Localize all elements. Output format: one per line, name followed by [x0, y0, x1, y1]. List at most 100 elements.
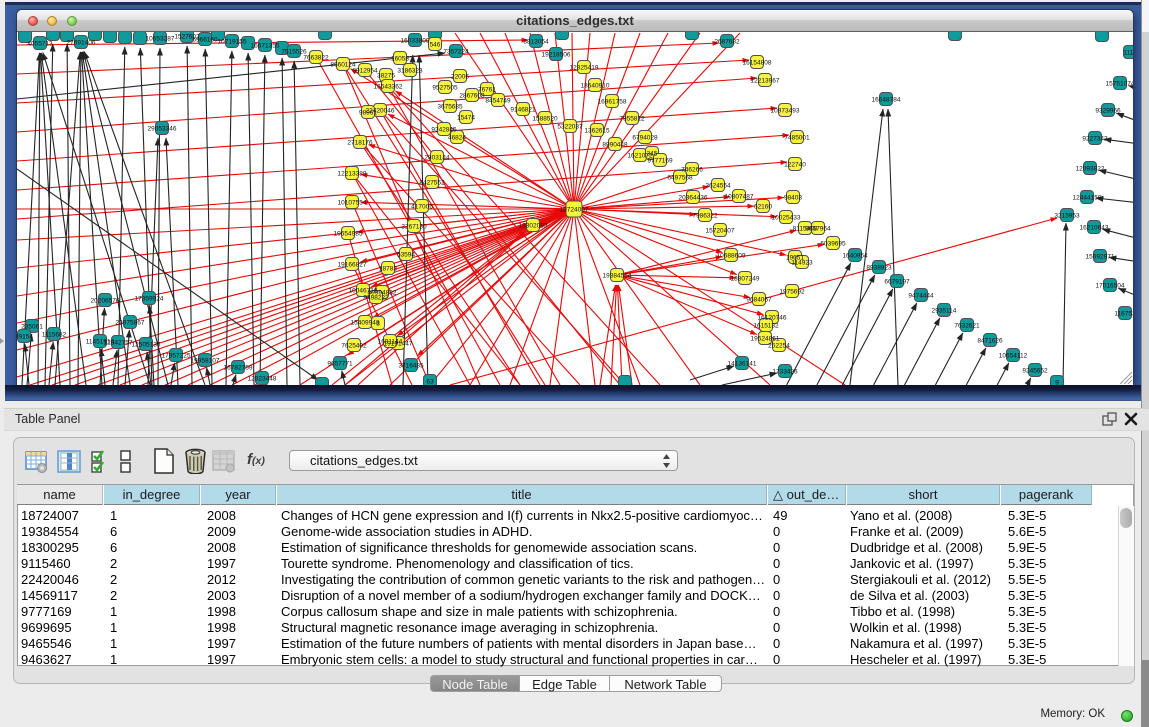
- svg-text:16154808: 16154808: [743, 59, 772, 66]
- svg-text:14136141: 14136141: [728, 360, 757, 367]
- svg-text:19958107: 19958107: [191, 357, 220, 364]
- svg-text:3716485: 3716485: [398, 362, 424, 369]
- svg-text:19524861: 19524861: [751, 335, 780, 342]
- svg-text:23975867: 23975867: [116, 319, 145, 326]
- svg-text:116753: 116753: [1114, 310, 1136, 317]
- svg-text:16648784: 16648784: [872, 96, 901, 103]
- svg-text:9777169: 9777169: [647, 157, 673, 164]
- svg-text:18640910: 18640910: [581, 82, 610, 89]
- svg-text:3267130: 3267130: [401, 223, 427, 230]
- svg-text:2803144: 2803144: [424, 154, 450, 161]
- svg-text:98961: 98961: [359, 109, 377, 116]
- svg-text:19166827: 19166827: [338, 261, 367, 268]
- svg-text:18807249: 18807249: [731, 275, 760, 282]
- svg-text:12093822: 12093822: [1076, 165, 1105, 172]
- svg-text:7485001: 7485001: [784, 134, 810, 141]
- svg-text:3215953: 3215953: [1054, 212, 1080, 219]
- svg-text:10807487: 10807487: [725, 193, 754, 200]
- svg-text:38275: 38275: [377, 72, 395, 79]
- svg-text:9657964: 9657964: [805, 225, 831, 232]
- svg-text:122740: 122740: [784, 161, 806, 168]
- svg-text:12444159: 12444159: [1073, 194, 1102, 201]
- svg-text:16210643: 16210643: [1080, 224, 1109, 231]
- svg-text:8427552: 8427552: [419, 179, 445, 186]
- svg-text:12342757: 12342757: [104, 339, 133, 346]
- svg-text:17957225: 17957225: [162, 352, 191, 359]
- svg-text:1588520: 1588520: [532, 115, 558, 122]
- svg-text:19302093: 19302093: [519, 222, 548, 229]
- svg-text:46824: 46824: [448, 134, 466, 141]
- svg-text:417006: 417006: [411, 203, 433, 210]
- svg-text:1362615: 1362615: [584, 127, 610, 134]
- svg-text:1615132: 1615132: [753, 322, 779, 329]
- svg-text:9657771: 9657771: [327, 360, 353, 367]
- svg-text:114923: 114923: [791, 259, 813, 266]
- svg-text:20206576: 20206576: [91, 297, 120, 304]
- svg-text:9227342: 9227342: [1082, 135, 1108, 142]
- svg-text:17359924: 17359924: [135, 295, 164, 302]
- svg-text:10653287: 10653287: [146, 35, 175, 42]
- svg-text:10973493: 10973493: [771, 107, 800, 114]
- svg-text:7632621: 7632621: [954, 322, 980, 329]
- svg-text:16961758: 16961758: [598, 98, 627, 105]
- svg-text:62160: 62160: [754, 203, 772, 210]
- svg-text:9474444: 9474444: [908, 292, 934, 299]
- svg-text:19384554: 19384554: [603, 272, 632, 279]
- svg-text:1733426: 1733426: [772, 368, 798, 375]
- svg-text:6039695: 6039695: [820, 240, 846, 247]
- svg-text:16671355: 16671355: [251, 42, 280, 49]
- svg-text:16120746: 16120746: [758, 314, 787, 321]
- svg-text:1640954: 1640954: [842, 252, 868, 259]
- svg-text:9498222: 9498222: [363, 294, 389, 301]
- svg-text:12213967: 12213967: [751, 77, 780, 84]
- svg-text:76761: 76761: [478, 86, 496, 93]
- svg-text:1691144: 1691144: [378, 338, 403, 345]
- svg-text:29053346: 29053346: [148, 125, 177, 132]
- svg-text:235061: 235061: [21, 323, 43, 330]
- svg-text:7357224: 7357224: [443, 48, 469, 55]
- svg-text:7663822: 7663822: [303, 54, 329, 61]
- svg-text:22006: 22006: [451, 73, 469, 80]
- svg-text:18724007: 18724007: [560, 206, 589, 213]
- svg-text:12923448: 12923448: [248, 375, 277, 382]
- svg-text:5322037: 5322037: [557, 123, 583, 130]
- svg-text:10107554: 10107554: [338, 199, 367, 206]
- svg-text:19218506: 19218506: [542, 51, 571, 58]
- svg-text:345: 345: [647, 150, 658, 157]
- svg-text:10654112: 10654112: [999, 352, 1028, 359]
- svg-text:20364436: 20364436: [679, 194, 708, 201]
- svg-text:9146821: 9146821: [510, 106, 536, 113]
- svg-text:39154: 39154: [15, 333, 33, 340]
- svg-text:8912954: 8912954: [352, 67, 378, 74]
- svg-text:6794028: 6794028: [632, 134, 658, 141]
- svg-text:16782759: 16782759: [224, 364, 253, 371]
- svg-text:63: 63: [426, 378, 434, 385]
- svg-text:2718176: 2718176: [347, 139, 373, 146]
- svg-text:10025433: 10025433: [772, 214, 801, 221]
- svg-text:16033809: 16033809: [401, 37, 430, 44]
- svg-text:15720407: 15720407: [706, 227, 735, 234]
- svg-text:7986322: 7986322: [692, 212, 718, 219]
- svg-text:10046718: 10046718: [349, 287, 378, 294]
- svg-text:7955812: 7955812: [619, 115, 645, 122]
- svg-text:4055713: 4055713: [27, 40, 53, 47]
- svg-text:18783: 18783: [379, 265, 397, 272]
- svg-text:12505135: 12505135: [132, 341, 161, 348]
- svg-text:19654985: 19654985: [334, 230, 363, 237]
- svg-text:2687682: 2687682: [714, 38, 740, 45]
- svg-text:2935114: 2935114: [932, 307, 957, 314]
- svg-text:9527505: 9527505: [432, 84, 458, 91]
- svg-text:1112: 1112: [1123, 49, 1137, 56]
- svg-text:9242845: 9242845: [431, 126, 457, 133]
- svg-text:10719155: 10719155: [218, 38, 247, 45]
- svg-text:16543362: 16543362: [374, 83, 403, 90]
- svg-text:12325419: 12325419: [570, 64, 599, 71]
- svg-text:17016504: 17016504: [1096, 282, 1125, 289]
- svg-text:27691406: 27691406: [67, 39, 96, 46]
- svg-text:8813054: 8813054: [523, 38, 549, 45]
- svg-text:6966160: 6966160: [192, 36, 218, 43]
- svg-text:3186323: 3186323: [397, 67, 423, 74]
- svg-text:7625402: 7625402: [341, 342, 367, 349]
- svg-text:16058: 16058: [391, 55, 409, 62]
- svg-text:12213389: 12213389: [338, 170, 367, 177]
